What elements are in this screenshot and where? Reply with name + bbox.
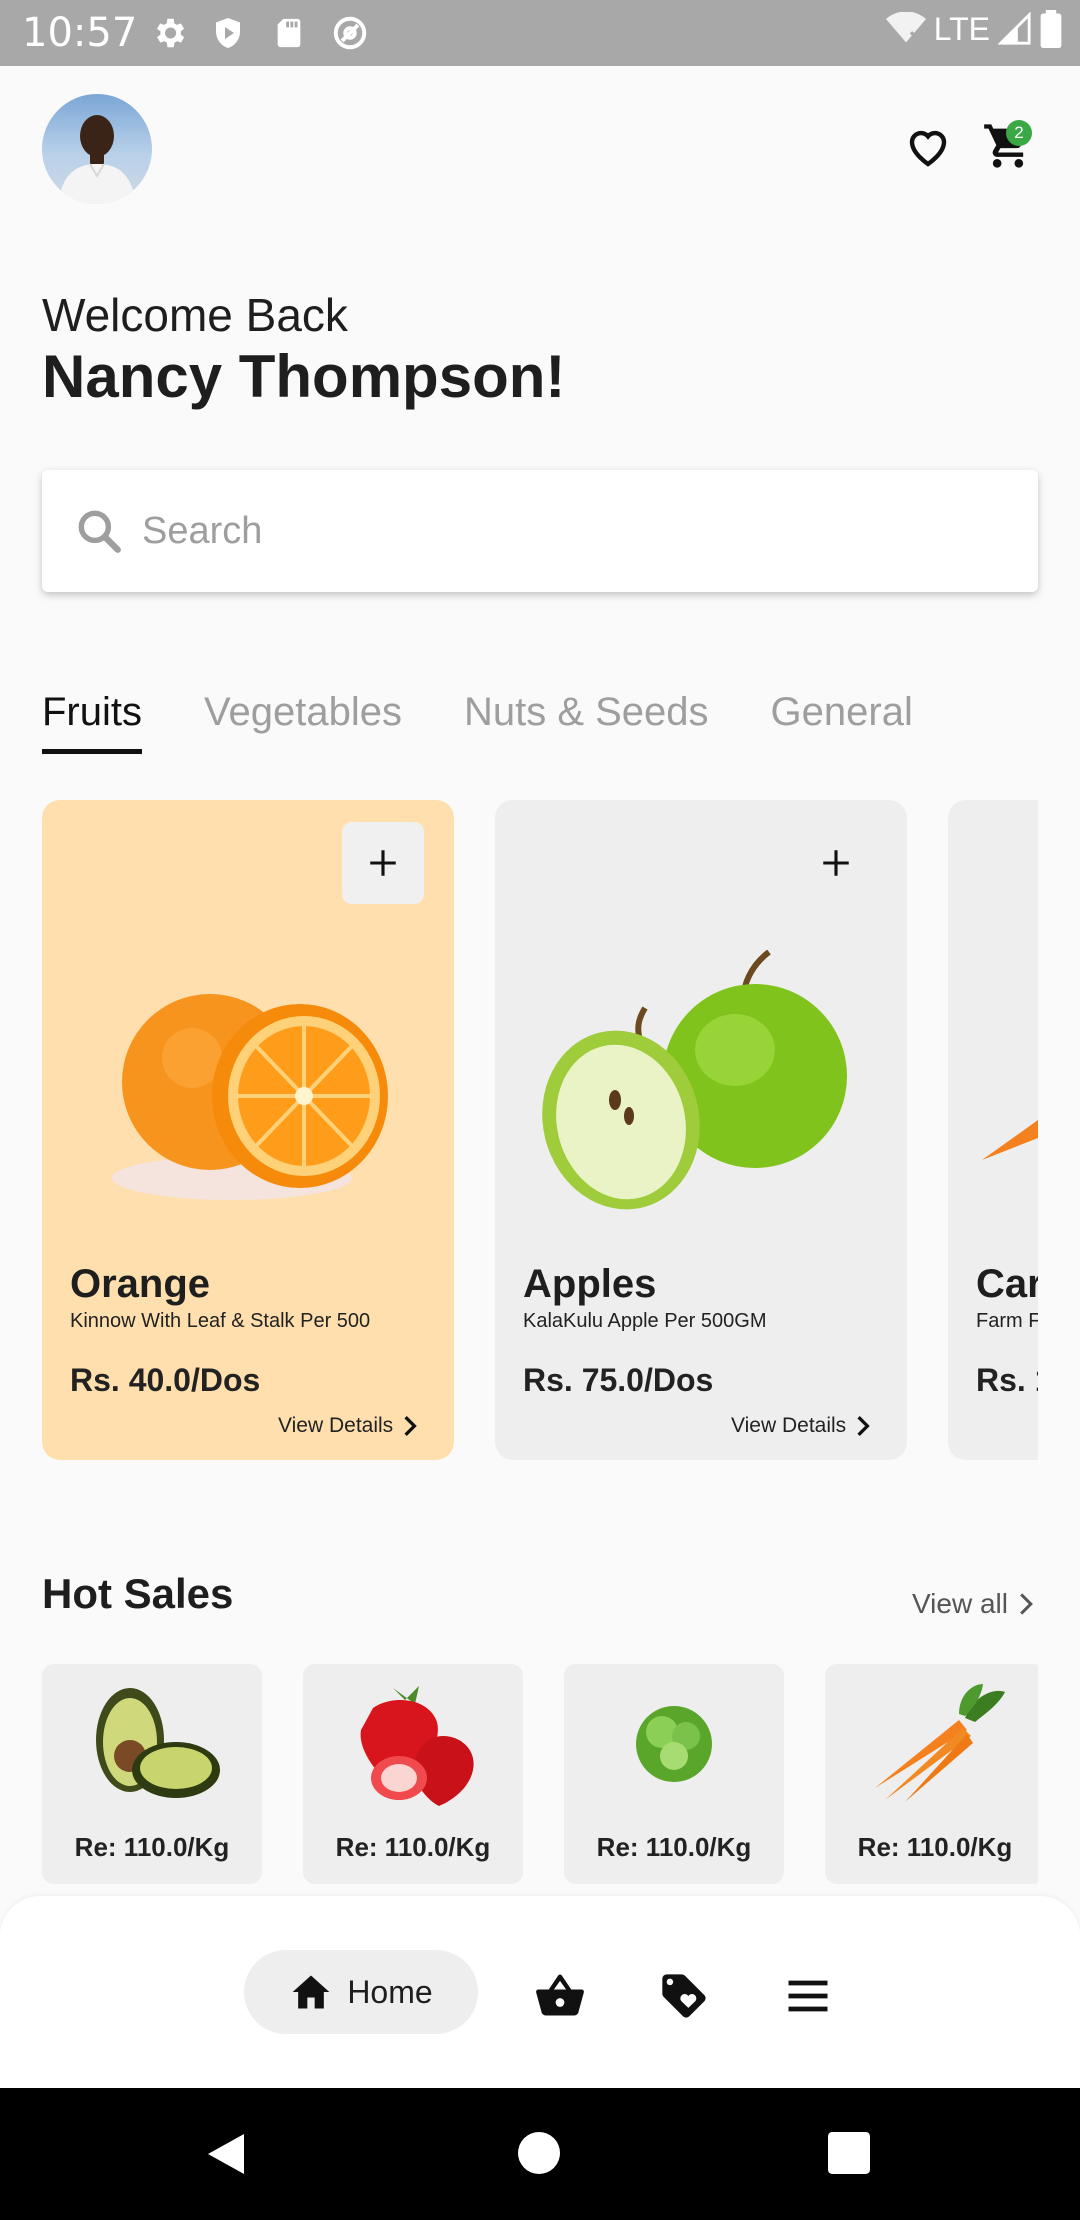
system-nav-bar: [0, 2088, 1080, 2220]
menu-icon[interactable]: [782, 1970, 834, 2022]
shield-play-icon: [216, 18, 240, 48]
hot-sale-price: Re: 110.0/Kg: [596, 1832, 752, 1862]
recents-icon[interactable]: [828, 2132, 870, 2174]
product-card[interactable]: Carrot Farm Fresh Carrot Rs. 1: [948, 800, 1038, 1460]
wifi-icon: [885, 12, 926, 44]
settings-icon: [156, 18, 185, 48]
hot-sales-list[interactable]: Re: 110.0/Kg Re: 110.0/Kg Re: 110.0/Kg R…: [42, 1664, 1038, 1884]
at-sign-icon: [333, 16, 367, 50]
hot-sale-card[interactable]: Re: 110.0/Kg: [303, 1664, 523, 1884]
carrot-bunch-image: [875, 1684, 1005, 1802]
strawberry-image: [360, 1686, 474, 1806]
tab-fruits[interactable]: Fruits: [42, 690, 142, 754]
nav-home[interactable]: Home: [244, 1950, 478, 2034]
view-all-label: View all: [912, 1588, 1008, 1619]
status-right: LTE: [885, 10, 1062, 48]
nav-home-label: Home: [347, 1973, 433, 2010]
plus-icon: [823, 850, 849, 876]
view-details-label: View Details: [278, 1414, 394, 1437]
product-description: Farm Fresh Carrot: [976, 1310, 1038, 1332]
hot-sale-price: Re: 110.0/Kg: [857, 1832, 1013, 1862]
product-name: Carrot: [976, 1262, 1038, 1306]
avatar-image: [58, 115, 136, 204]
search-icon: [78, 510, 121, 553]
hot-sale-card[interactable]: Re: 110.0/Kg: [825, 1664, 1038, 1884]
product-price: Rs. 40.0/Dos: [70, 1362, 261, 1398]
welcome-text: Welcome Back: [42, 289, 348, 341]
basket-icon[interactable]: [534, 1970, 586, 2022]
hot-sale-price: Re: 110.0/Kg: [335, 1832, 491, 1862]
status-time: 10:57: [22, 10, 138, 56]
plus-icon: [370, 850, 396, 876]
user-name: Nancy Thompson!: [42, 343, 566, 410]
apple-image: [542, 950, 847, 1210]
view-details-link[interactable]: View Details: [278, 1414, 419, 1438]
product-description: KalaKulu Apple Per 500GM: [523, 1310, 767, 1332]
view-details-label: View Details: [731, 1414, 847, 1437]
avatar[interactable]: [42, 94, 152, 204]
product-price: Rs. 75.0/Dos: [523, 1362, 714, 1398]
product-carousel[interactable]: Orange Kinnow With Leaf & Stalk Per 500 …: [42, 800, 1038, 1460]
tab-general[interactable]: General: [771, 690, 913, 754]
bottom-nav: Home: [0, 1896, 1080, 2088]
heart-icon[interactable]: [904, 122, 952, 170]
orange-image: [112, 994, 388, 1200]
battery-icon: [1040, 10, 1062, 48]
hot-sales-title: Hot Sales: [42, 1570, 234, 1617]
lettuce-image: [636, 1706, 712, 1782]
cart-count-badge: 2: [1006, 120, 1032, 146]
hot-sale-card[interactable]: Re: 110.0/Kg: [564, 1664, 784, 1884]
product-name: Apples: [523, 1262, 657, 1306]
chevron-right-icon: [857, 1416, 870, 1436]
avocado-image: [96, 1688, 220, 1798]
home-icon: [292, 1975, 330, 2009]
product-name: Orange: [70, 1262, 211, 1306]
add-to-cart-button[interactable]: [342, 822, 424, 904]
view-all-link[interactable]: View all: [912, 1588, 1034, 1620]
tab-vegetables[interactable]: Vegetables: [204, 690, 402, 754]
product-card[interactable]: Orange Kinnow With Leaf & Stalk Per 500 …: [42, 800, 454, 1460]
search-input[interactable]: [142, 496, 1002, 566]
search-bar[interactable]: [42, 470, 1038, 592]
home-circle-icon[interactable]: [518, 2132, 560, 2174]
chevron-right-icon: [1020, 1593, 1033, 1615]
add-to-cart-button[interactable]: [795, 822, 877, 904]
status-bar: 10:57 LTE: [0, 0, 1080, 66]
product-price: Rs. 1: [976, 1362, 1038, 1398]
hot-sale-price: Re: 110.0/Kg: [74, 1832, 230, 1862]
view-details-link[interactable]: View Details: [731, 1414, 872, 1438]
tab-nuts-seeds[interactable]: Nuts & Seeds: [464, 690, 709, 754]
network-type: LTE: [933, 10, 990, 47]
chevron-right-icon: [404, 1416, 417, 1436]
back-icon[interactable]: [204, 2130, 248, 2178]
product-description: Kinnow With Leaf & Stalk Per 500: [70, 1310, 371, 1332]
hot-sale-card[interactable]: Re: 110.0/Kg: [42, 1664, 262, 1884]
product-card[interactable]: Apples KalaKulu Apple Per 500GM Rs. 75.0…: [495, 800, 907, 1460]
category-tabs: Fruits Vegetables Nuts & Seeds General: [42, 690, 913, 754]
carrot-image: [982, 1120, 1038, 1160]
sd-card-icon: [277, 18, 301, 48]
tag-heart-icon[interactable]: [658, 1970, 710, 2022]
signal-icon: [998, 12, 1031, 45]
